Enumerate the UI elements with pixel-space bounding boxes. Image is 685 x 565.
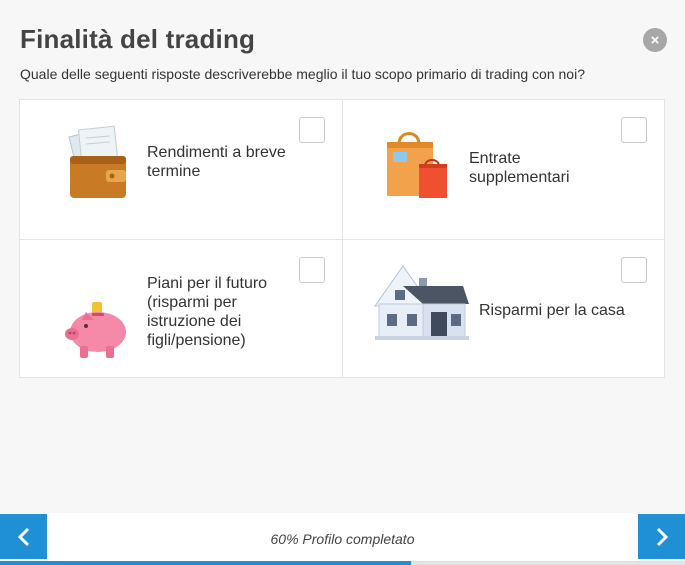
close-icon: × [650,31,660,49]
wallet-icon [66,124,130,205]
option-future-plans[interactable]: Piani per il futuro (risparmi per istruz… [20,240,342,379]
option-label: Piani per il futuro (risparmi per istruz… [147,275,268,349]
progress-track [0,561,685,565]
option-supplementary-income[interactable]: Entrate supplementari [343,100,666,239]
option-label: Rendimenti a breve termine [147,144,286,180]
option-checkbox[interactable] [621,117,647,143]
option-home-savings[interactable]: Risparmi per la casa [343,240,666,379]
option-label: Risparmi per la casa [479,302,625,319]
option-label: Entrate supplementari [469,150,570,186]
house-icon [373,262,469,347]
chevron-right-icon [656,527,668,546]
previous-button[interactable] [0,514,47,559]
page-title: Finalità del trading [20,24,256,54]
progress-label: 60% Profilo completato [270,531,415,547]
options-grid: Rendimenti a breve termine Entrate suppl… [19,99,665,378]
option-checkbox[interactable] [299,117,325,143]
progress-fill [0,561,411,565]
close-button[interactable]: × [643,28,667,52]
option-short-term-returns[interactable]: Rendimenti a breve termine [20,100,342,239]
shopping-bag-icon [385,130,451,207]
option-checkbox[interactable] [621,257,647,283]
next-button[interactable] [638,514,685,559]
piggy-bank-icon [64,300,128,365]
chevron-left-icon [17,527,29,546]
option-checkbox[interactable] [299,257,325,283]
question-text: Quale delle seguenti risposte descrivere… [20,66,585,82]
